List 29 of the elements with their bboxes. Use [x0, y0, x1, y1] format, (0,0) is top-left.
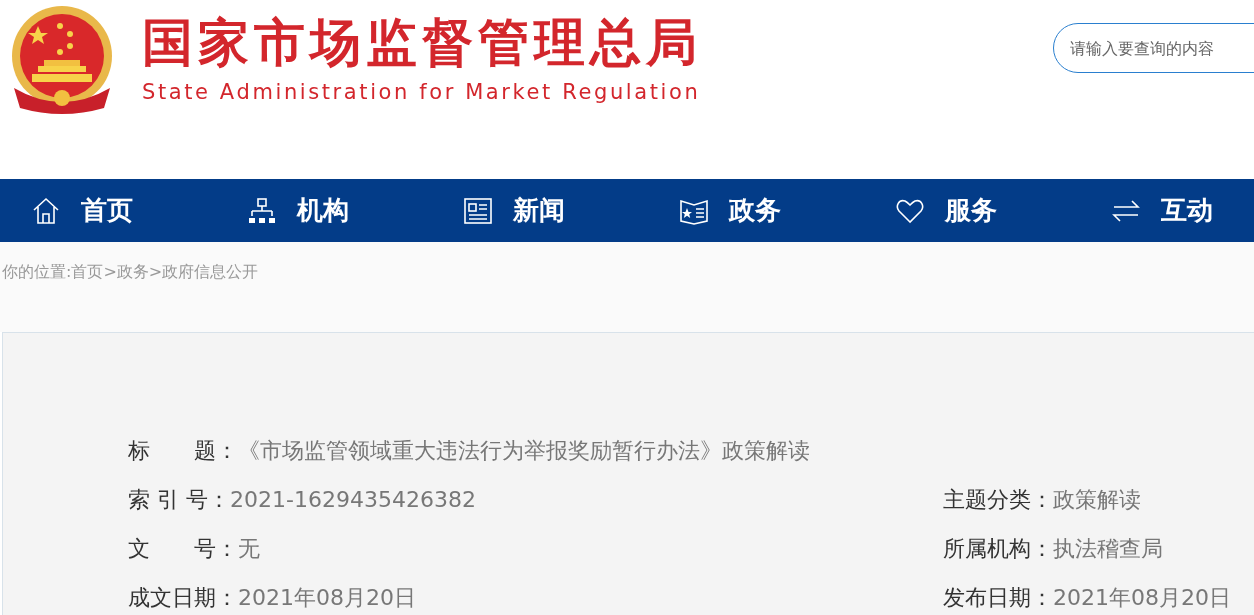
breadcrumb-separator: >	[103, 262, 117, 281]
field-label: 发布日期：	[943, 583, 1053, 612]
newspaper-icon	[463, 195, 493, 226]
field-label: 索 引 号：	[128, 485, 230, 514]
field-label: 主题分类：	[943, 485, 1053, 514]
field-value: 2021-1629435426382	[230, 487, 476, 512]
field-label: 标 题：	[128, 436, 238, 465]
nav-item[interactable]: 政务	[679, 193, 781, 228]
search-field[interactable]: 请输入要查询的内容	[1053, 23, 1254, 73]
nav-item[interactable]: 首页	[31, 193, 133, 228]
site-title: 国家市场监督管理总局	[142, 12, 702, 74]
field-value: 政策解读	[1053, 485, 1141, 514]
field-label: 所属机构：	[943, 534, 1053, 563]
field-value: 无	[238, 534, 260, 563]
nav-item[interactable]: 新闻	[463, 193, 565, 228]
home-icon	[31, 195, 61, 226]
field-value: 2021年08月20日	[238, 583, 416, 612]
field-value: 2021年08月20日	[1053, 583, 1231, 612]
field-label: 成文日期：	[128, 583, 238, 612]
hierarchy-icon	[247, 195, 277, 226]
field-value: 《市场监管领域重大违法行为举报奖励暂行办法》政策解读	[238, 436, 810, 465]
breadcrumb-label: 你的位置:	[2, 262, 72, 283]
field-label: 文 号：	[128, 534, 238, 563]
nav-item[interactable]: 机构	[247, 193, 349, 228]
field-value: 执法稽查局	[1053, 534, 1163, 563]
breadcrumb-separator: >	[148, 262, 163, 281]
nav-item[interactable]: 服务	[895, 193, 997, 228]
nav-item[interactable]: 互动	[1111, 193, 1213, 228]
site-subtitle: State Administration for Market Regulation	[142, 80, 702, 104]
